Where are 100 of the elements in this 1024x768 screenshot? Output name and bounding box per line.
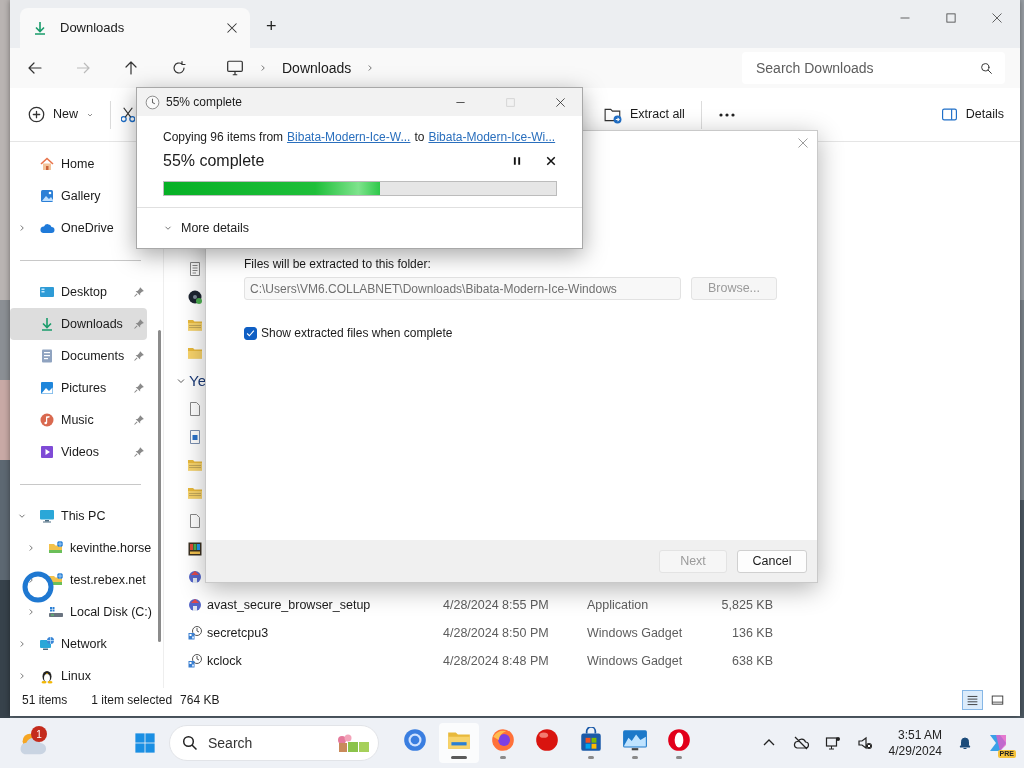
cancel-copy-button[interactable] <box>546 156 556 166</box>
more-details-button[interactable]: More details <box>163 218 250 238</box>
maximize-icon <box>504 96 516 108</box>
file-type: Windows Gadget <box>587 652 684 670</box>
close-button[interactable] <box>797 137 809 149</box>
opera-icon <box>666 727 692 753</box>
source-link[interactable]: Bibata-Modern-Ice-W... <box>287 128 411 146</box>
pause-button[interactable] <box>512 156 522 166</box>
network-folder-icon <box>48 572 64 588</box>
progress-status: 55% complete <box>163 151 266 171</box>
plus-icon <box>28 106 45 123</box>
sidebar-item[interactable]: Linux <box>10 660 147 688</box>
selection-size: 764 KB <box>180 692 220 709</box>
home-icon <box>39 156 55 172</box>
store-icon <box>578 727 604 753</box>
search-field[interactable]: Search Downloads <box>742 52 1005 84</box>
drive-icon <box>48 604 64 620</box>
notification-badge: 1 <box>31 726 47 742</box>
file-size: 638 KB <box>731 652 773 670</box>
sidebar-item[interactable]: This PC <box>10 500 147 532</box>
details-button[interactable]: Details <box>932 97 1012 132</box>
sidebar-item[interactable]: Gallery <box>10 180 147 212</box>
file-name[interactable]: kclock <box>207 651 443 671</box>
search-placeholder: Search Downloads <box>756 58 874 78</box>
zip-folder-icon <box>187 317 203 333</box>
installer-icon <box>187 597 203 613</box>
copy-message: Copying 96 items from <box>163 129 284 146</box>
browser-icon <box>402 727 428 753</box>
clock-button[interactable]: 3:51 AM 4/29/2024 <box>888 726 942 760</box>
checkbox[interactable] <box>244 326 257 340</box>
close-icon <box>797 137 809 149</box>
sidebar-item[interactable]: Videos <box>10 436 147 468</box>
folder-label: Files will be extracted to this folder: <box>244 256 432 273</box>
sidebar-item[interactable]: test.rebex.net <box>10 564 147 596</box>
download-icon <box>39 316 55 332</box>
image-file-icon <box>187 429 203 445</box>
zip-folder-icon <box>187 457 203 473</box>
gadget-icon <box>187 653 203 669</box>
gadget-icon <box>187 625 203 641</box>
close-icon <box>991 12 1003 24</box>
close-tab-button[interactable] <box>226 22 238 34</box>
file-name[interactable]: secretcpu3 <box>207 623 443 643</box>
new-tab-button[interactable]: + <box>266 13 277 40</box>
file-icon <box>187 401 203 417</box>
cancel-button[interactable]: Cancel <box>737 549 807 573</box>
sidebar-item[interactable]: Downloads <box>10 308 147 340</box>
search-box[interactable]: Search <box>169 725 379 761</box>
file-name[interactable]: avast_secure_browser_setup <box>207 595 443 615</box>
chart-monitor-icon <box>622 727 648 753</box>
sidebar-item[interactable]: Music <box>10 404 147 436</box>
destination-link[interactable]: Bibata-Modern-Ice-Wi... <box>428 128 556 146</box>
tiles-view-icon <box>991 693 1004 707</box>
ball-icon <box>534 727 560 753</box>
sidebar-item[interactable]: Documents <box>10 340 147 372</box>
taskbar-button[interactable] <box>439 723 479 763</box>
date-text: 4/29/2024 <box>888 743 942 760</box>
weather-button[interactable]: 1 <box>17 728 47 758</box>
file-type: Application <box>587 596 650 614</box>
selection-count: 1 item selected <box>91 692 173 709</box>
zip-folder-icon <box>187 485 203 501</box>
close-icon <box>226 22 238 34</box>
bell-icon <box>957 735 973 751</box>
scrollbar[interactable] <box>157 330 161 642</box>
sidebar-item[interactable]: Network <box>10 628 147 660</box>
group-header[interactable]: Ye <box>164 367 1020 395</box>
search-icon <box>980 61 993 75</box>
sidebar-item[interactable]: Pictures <box>10 372 147 404</box>
new-button[interactable]: New <box>20 97 102 132</box>
music-icon <box>39 412 55 428</box>
sidebar-item[interactable]: Home <box>10 148 147 180</box>
network-icon <box>824 735 841 751</box>
file-type: Windows Gadget <box>587 624 684 642</box>
list-view-icon <box>966 693 979 707</box>
file-date: 4/28/2024 8:50 PM <box>443 624 550 642</box>
desktop-icon <box>39 284 55 300</box>
address-bar[interactable]: Downloads <box>216 52 729 84</box>
refresh-icon <box>171 60 187 76</box>
network-icon <box>39 636 55 652</box>
penguin-icon <box>39 668 55 684</box>
sidebar-item[interactable]: Desktop <box>10 276 147 308</box>
sidebar-item[interactable]: OneDrive <box>10 212 147 244</box>
up-icon <box>123 60 139 76</box>
folder-icon <box>187 345 203 361</box>
item-count: 51 items <box>22 692 68 709</box>
checkbox-label: Show extracted files when complete <box>261 325 453 342</box>
flowers-icon <box>336 733 370 753</box>
breadcrumb[interactable]: Downloads <box>282 57 352 79</box>
file-date: 4/28/2024 8:55 PM <box>443 596 550 614</box>
installer-icon <box>187 569 203 585</box>
volume-muted-icon <box>856 735 873 751</box>
windows-icon <box>134 732 156 754</box>
busy-cursor-icon <box>22 571 54 603</box>
document-icon <box>39 348 55 364</box>
text-file-icon <box>187 261 203 277</box>
media-file-icon <box>187 541 203 557</box>
time-text: 3:51 AM <box>897 726 942 743</box>
close-icon <box>554 96 566 108</box>
pause-icon <box>512 156 522 166</box>
file-tab[interactable]: Downloads <box>20 8 250 48</box>
details-view-button[interactable] <box>962 690 983 710</box>
